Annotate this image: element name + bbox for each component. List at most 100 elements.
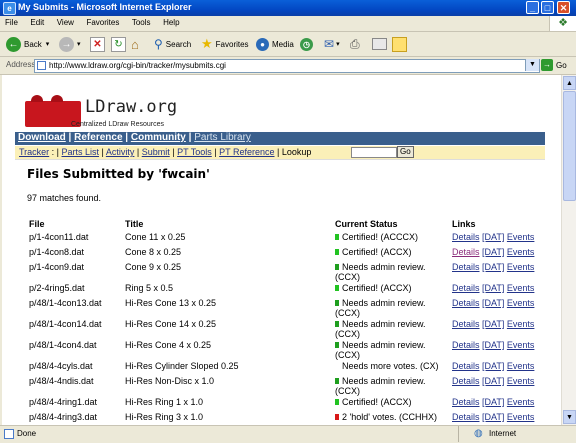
- table-row: p/48/4-4ring1.dat Hi-Res Ring 1 x 1.0 Cert…: [15, 397, 545, 412]
- page-viewport: LDraw.org Centralized LDraw Resources Do…: [2, 75, 561, 425]
- go-arrow-icon: →: [541, 59, 553, 71]
- ldraw-logo: LDraw.org Centralized LDraw Resources: [25, 95, 205, 135]
- events-link[interactable]: Events: [507, 298, 535, 308]
- dat-link[interactable]: [DAT]: [482, 298, 504, 308]
- details-link[interactable]: Details: [452, 412, 480, 422]
- events-link[interactable]: Events: [507, 319, 535, 329]
- nav-reference[interactable]: Reference: [74, 132, 122, 143]
- subnav-activity[interactable]: Activity: [106, 147, 135, 157]
- minimize-button[interactable]: _: [526, 1, 539, 14]
- events-link[interactable]: Events: [507, 262, 535, 272]
- go-button[interactable]: → Go: [541, 59, 567, 71]
- mail-button[interactable]: ✉ ▾: [324, 36, 340, 52]
- dat-link[interactable]: [DAT]: [482, 361, 504, 371]
- maximize-button[interactable]: □: [541, 1, 554, 14]
- history-button[interactable]: ◷: [300, 36, 313, 52]
- dat-link[interactable]: [DAT]: [482, 283, 504, 293]
- details-link[interactable]: Details: [452, 340, 480, 350]
- events-link[interactable]: Events: [507, 283, 535, 293]
- events-link[interactable]: Events: [507, 340, 535, 350]
- dat-link[interactable]: [DAT]: [482, 397, 504, 407]
- details-link[interactable]: Details: [452, 262, 480, 272]
- dat-link[interactable]: [DAT]: [482, 262, 504, 272]
- details-link[interactable]: Details: [452, 283, 480, 293]
- events-link[interactable]: Events: [507, 361, 535, 371]
- row-links: Details [DAT] Events: [452, 247, 534, 257]
- subnav-pt-reference[interactable]: PT Reference: [219, 147, 274, 157]
- favorites-button[interactable]: ★ Favorites: [201, 36, 249, 52]
- dat-link[interactable]: [DAT]: [482, 340, 504, 350]
- events-link[interactable]: Events: [507, 232, 535, 242]
- edit-button[interactable]: [372, 36, 387, 52]
- page-icon: [37, 61, 46, 70]
- row-status: Certified! (ACCX): [335, 397, 447, 407]
- dat-link[interactable]: [DAT]: [482, 376, 504, 386]
- back-button[interactable]: ← Back ▾: [6, 36, 49, 52]
- print-button[interactable]: ⎙: [350, 36, 360, 52]
- subnav-tracker[interactable]: Tracker: [19, 147, 49, 157]
- refresh-button[interactable]: ↻: [111, 36, 126, 52]
- row-title: Cone 8 x 0.25: [125, 247, 182, 257]
- menu-bar: File Edit View Favorites Tools Help: [0, 16, 576, 32]
- close-button[interactable]: ✕: [557, 1, 570, 14]
- nav-parts-library[interactable]: Parts Library: [194, 132, 251, 143]
- home-button[interactable]: ⌂: [131, 36, 139, 52]
- refresh-icon: ↻: [111, 36, 126, 52]
- details-link[interactable]: Details: [452, 298, 480, 308]
- details-link[interactable]: Details: [452, 247, 480, 257]
- media-icon: ●: [256, 37, 269, 51]
- subnav-pt-tools[interactable]: PT Tools: [177, 147, 212, 157]
- menu-help[interactable]: Help: [158, 16, 184, 27]
- subnav-submit[interactable]: Submit: [142, 147, 170, 157]
- table-row: p/48/4-4cyls.dat Hi-Res Cylinder Sloped 0…: [15, 361, 545, 376]
- details-link[interactable]: Details: [452, 397, 480, 407]
- menu-file[interactable]: File: [0, 16, 23, 27]
- media-button[interactable]: ● Media: [256, 36, 294, 52]
- windows-logo-icon: ❖: [549, 16, 576, 31]
- scroll-down-icon[interactable]: ▼: [563, 410, 576, 424]
- scroll-up-icon[interactable]: ▲: [563, 76, 576, 90]
- row-file: p/1-4con11.dat: [29, 232, 89, 242]
- details-link[interactable]: Details: [452, 319, 480, 329]
- status-indicator: [335, 342, 339, 348]
- lookup-input[interactable]: [351, 147, 397, 158]
- events-link[interactable]: Events: [507, 397, 535, 407]
- events-link[interactable]: Events: [507, 247, 535, 257]
- search-button[interactable]: ⚲ Search: [154, 36, 191, 52]
- address-input[interactable]: http://www.ldraw.org/cgi-bin/tracker/mys…: [34, 59, 540, 73]
- header-file: File: [29, 219, 45, 229]
- stop-button[interactable]: ✕: [90, 36, 105, 52]
- dat-link[interactable]: [DAT]: [482, 232, 504, 242]
- menu-favorites[interactable]: Favorites: [81, 16, 124, 27]
- messenger-button[interactable]: [392, 36, 407, 52]
- logo-text: LDraw.org: [85, 97, 178, 117]
- status-indicator: [335, 363, 339, 369]
- menu-view[interactable]: View: [52, 16, 79, 27]
- events-link[interactable]: Events: [507, 376, 535, 386]
- dat-link[interactable]: [DAT]: [482, 247, 504, 257]
- forward-button[interactable]: → ▾: [59, 36, 81, 52]
- go-label: Go: [556, 60, 567, 70]
- nav-download[interactable]: Download: [18, 132, 66, 143]
- menu-edit[interactable]: Edit: [25, 16, 49, 27]
- nav-community[interactable]: Community: [131, 132, 186, 143]
- table-row: p/48/4-4ring3.dat Hi-Res Ring 3 x 1.0 2 'h…: [15, 412, 545, 425]
- lookup-go-button[interactable]: Go: [397, 146, 414, 158]
- menu-tools[interactable]: Tools: [127, 16, 156, 27]
- vertical-scrollbar[interactable]: ▲ ▼: [561, 75, 576, 425]
- scroll-thumb[interactable]: [563, 91, 576, 201]
- details-link[interactable]: Details: [452, 361, 480, 371]
- subnav-parts-list[interactable]: Parts List: [62, 147, 100, 157]
- chevron-down-icon: ▾: [45, 41, 50, 48]
- address-dropdown-icon[interactable]: ▼: [525, 59, 539, 71]
- window-title: My Submits - Microsoft Internet Explorer: [18, 2, 192, 12]
- row-title: Cone 9 x 0.25: [125, 262, 182, 272]
- events-link[interactable]: Events: [507, 412, 535, 422]
- details-link[interactable]: Details: [452, 376, 480, 386]
- dat-link[interactable]: [DAT]: [482, 412, 504, 422]
- dat-link[interactable]: [DAT]: [482, 319, 504, 329]
- status-indicator: [335, 300, 339, 306]
- back-arrow-icon: ←: [6, 36, 21, 52]
- row-file: p/48/1-4con14.dat: [29, 319, 102, 329]
- details-link[interactable]: Details: [452, 232, 480, 242]
